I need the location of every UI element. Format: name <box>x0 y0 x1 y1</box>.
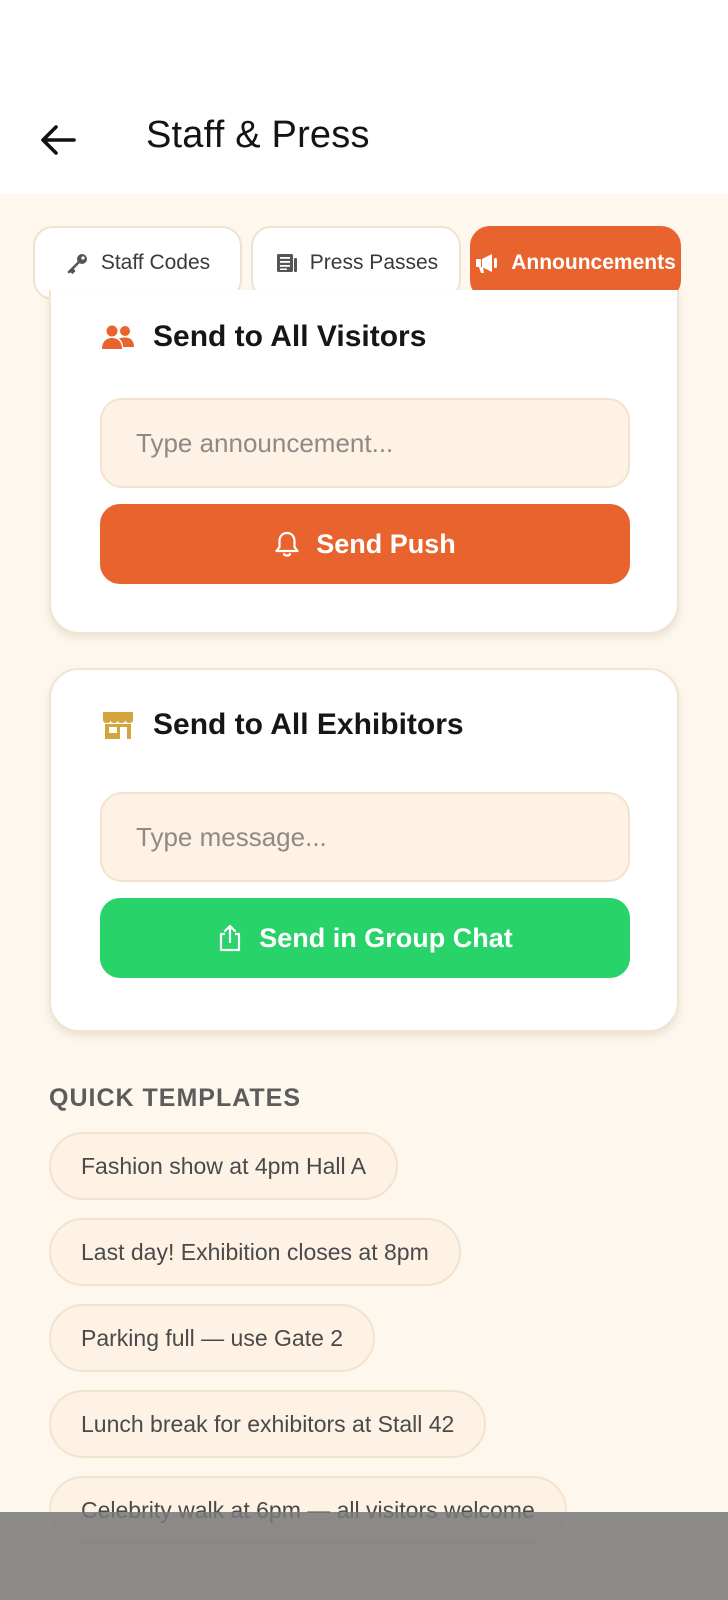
bottom-overlay <box>0 1512 728 1600</box>
template-chip[interactable]: Last day! Exhibition closes at 8pm <box>49 1218 461 1286</box>
visitors-card-title: Send to All Visitors <box>153 320 427 353</box>
megaphone-icon <box>475 250 501 276</box>
bell-icon <box>275 531 299 557</box>
tab-label: Staff Codes <box>100 251 211 274</box>
status-bar-area <box>0 0 728 96</box>
exhibitors-card-header: Send to All Exhibitors <box>101 708 464 742</box>
announcement-input[interactable]: Type announcement... <box>100 398 630 488</box>
send-push-button[interactable]: Send Push <box>100 504 630 584</box>
page-title: Staff & Press <box>146 114 370 156</box>
exhibitors-card: Send to All Exhibitors Type message... S… <box>49 668 679 1032</box>
share-icon <box>220 924 241 952</box>
quick-templates-label: QUICK TEMPLATES <box>49 1084 302 1112</box>
send-push-label: Send Push <box>316 528 456 559</box>
key-icon <box>65 250 91 276</box>
back-button[interactable] <box>36 118 80 162</box>
tab-bar: Staff Codes Press Passes Announcements <box>33 226 695 300</box>
exhibitors-card-title: Send to All Exhibitors <box>153 708 464 741</box>
send-group-chat-label: Send in Group Chat <box>259 922 513 953</box>
tab-announcements[interactable]: Announcements <box>470 226 681 300</box>
template-chip[interactable]: Fashion show at 4pm Hall A <box>49 1132 399 1200</box>
template-chip[interactable]: Lunch break for exhibitors at Stall 42 <box>49 1390 487 1458</box>
tab-label: Press Passes <box>309 251 439 274</box>
send-group-chat-button[interactable]: Send in Group Chat <box>100 898 630 978</box>
store-icon <box>101 708 135 742</box>
arrow-left-icon <box>41 125 76 155</box>
visitors-card-header: Send to All Visitors <box>101 320 426 354</box>
template-chip[interactable]: Parking full — use Gate 2 <box>49 1304 376 1372</box>
newspaper-icon <box>274 250 300 276</box>
tab-staff-codes[interactable]: Staff Codes <box>33 226 242 300</box>
tab-press-passes[interactable]: Press Passes <box>251 226 461 300</box>
visitors-card: Send to All Visitors Type announcement..… <box>49 290 679 634</box>
message-input[interactable]: Type message... <box>100 792 630 882</box>
app-header: Staff & Press <box>0 96 728 194</box>
users-icon <box>101 320 135 354</box>
tab-label: Announcements <box>511 251 676 274</box>
